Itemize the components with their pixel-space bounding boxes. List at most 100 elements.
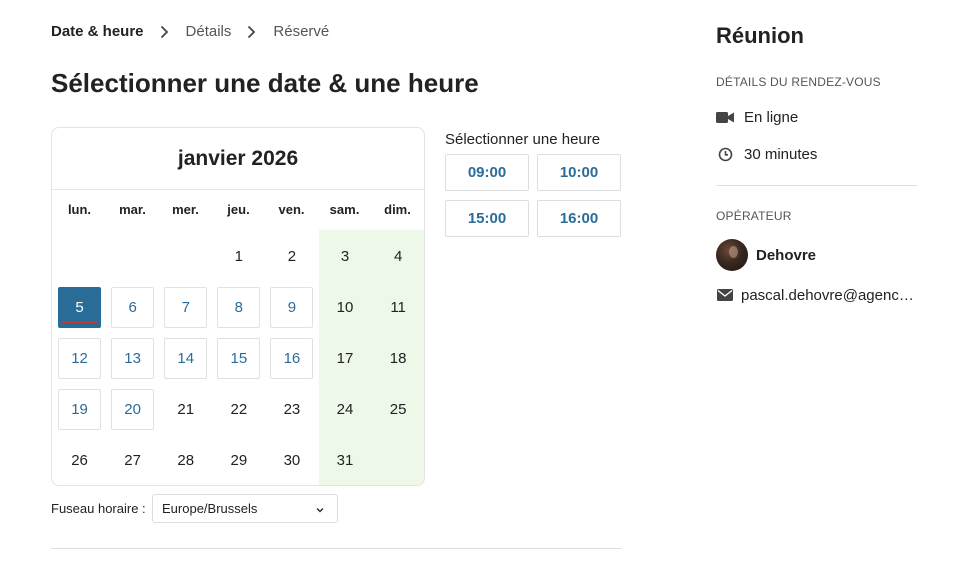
calendar-day-number: 26 (71, 452, 88, 469)
calendar-month-label: janvier 2026 (52, 128, 424, 190)
calendar-day-empty (159, 231, 212, 282)
details-heading: DÉTAILS DU RENDEZ-VOUS (716, 75, 881, 89)
calendar-day[interactable]: 12 (53, 333, 106, 384)
chevron-down-icon (315, 503, 325, 518)
calendar-day[interactable]: 14 (159, 333, 212, 384)
calendar-day-number: 31 (336, 452, 354, 469)
calendar-day-empty (372, 435, 424, 485)
calendar-day: 2 (265, 231, 318, 282)
calendar-day[interactable]: 7 (159, 282, 212, 333)
calendar-day: 26 (53, 435, 106, 485)
email-row: pascal.dehovre@agenc… (716, 286, 914, 304)
calendar-day-number: 24 (336, 401, 354, 418)
calendar-day[interactable]: 8 (212, 282, 265, 333)
calendar-day-number: 21 (177, 401, 195, 418)
meeting-title: Réunion (716, 23, 804, 48)
calendar-day: 25 (372, 384, 424, 435)
breadcrumb-step-details: Détails (185, 23, 232, 40)
breadcrumb-step-date[interactable]: Date & heure (51, 23, 144, 40)
calendar-day: 21 (159, 384, 212, 435)
operator-email[interactable]: pascal.dehovre@agenc… (741, 287, 914, 304)
calendar-day-number: 20 (111, 389, 155, 430)
calendar-day-number (377, 440, 420, 481)
calendar-day-number: 28 (177, 452, 195, 469)
calendar-day[interactable]: 19 (53, 384, 106, 435)
calendar-day[interactable]: 6 (106, 282, 159, 333)
calendar-day: 27 (106, 435, 159, 485)
calendar-day-number: 25 (389, 401, 407, 418)
duration-text: 30 minutes (744, 145, 818, 163)
calendar-day: 23 (265, 384, 318, 435)
calendar-day: 24 (318, 384, 371, 435)
calendar-day[interactable]: 16 (265, 333, 318, 384)
calendar-day-number: 19 (58, 389, 102, 430)
calendar-day-number: 4 (393, 248, 403, 265)
calendar-day-number: 30 (283, 452, 301, 469)
weekday-label: ven. (278, 201, 305, 217)
clock-icon (716, 145, 734, 163)
calendar-day: 17 (318, 333, 371, 384)
location-row: En ligne (716, 108, 798, 126)
time-heading: Sélectionner une heure (445, 131, 601, 148)
calendar: janvier 2026 lun. mar. mer. jeu. ven. sa… (51, 127, 425, 486)
page-title: Sélectionner une date & une heure (51, 68, 479, 98)
weekday-label: mar. (119, 201, 146, 217)
time-slot-button[interactable]: 16:00 (537, 200, 621, 237)
calendar-day: 30 (265, 435, 318, 485)
operator-name: Dehovre (756, 246, 817, 264)
calendar-day-number (111, 236, 154, 277)
timezone-label: Fuseau horaire : (51, 501, 146, 516)
calendar-day-selected[interactable]: 5 (53, 282, 106, 333)
calendar-day: 3 (318, 231, 371, 282)
timezone-select[interactable]: Europe/Brussels (152, 494, 338, 523)
divider (716, 185, 917, 186)
calendar-day[interactable]: 9 (265, 282, 318, 333)
location-text: En ligne (744, 108, 799, 126)
calendar-day-number: 29 (230, 452, 248, 469)
avatar (716, 239, 748, 271)
weekday-label: mer. (172, 201, 199, 217)
operator-row: Dehovre (716, 239, 816, 271)
calendar-day-number: 15 (217, 338, 261, 379)
calendar-day-number: 27 (124, 452, 141, 469)
calendar-day: 11 (372, 282, 424, 333)
calendar-day-number: 2 (287, 248, 297, 265)
calendar-day: 29 (212, 435, 265, 485)
timezone-value: Europe/Brussels (162, 501, 258, 516)
weekday-header: lun. mar. mer. jeu. ven. sam. dim. (52, 190, 424, 228)
calendar-day-number: 10 (336, 299, 354, 316)
calendar-day-number (58, 236, 101, 277)
divider (51, 548, 622, 549)
calendar-day: 10 (318, 282, 371, 333)
weekday-label: dim. (384, 201, 411, 217)
duration-row: 30 minutes (716, 145, 817, 163)
weekday-label: jeu. (227, 201, 250, 217)
calendar-day[interactable]: 20 (106, 384, 159, 435)
time-slot-button[interactable]: 15:00 (445, 200, 529, 237)
calendar-day-empty (53, 231, 106, 282)
time-slot-button[interactable]: 10:00 (537, 154, 621, 191)
calendar-day-number: 7 (164, 287, 208, 328)
calendar-day-number: 14 (164, 338, 208, 379)
breadcrumb-step-booked: Réservé (273, 23, 330, 40)
calendar-day-number: 16 (270, 338, 314, 379)
video-camera-icon (716, 108, 734, 126)
calendar-day[interactable]: 15 (212, 333, 265, 384)
chevron-right-icon (160, 25, 169, 39)
weekday-label: sam. (329, 201, 360, 217)
calendar-day-number: 23 (283, 401, 301, 418)
calendar-day[interactable]: 13 (106, 333, 159, 384)
calendar-day-grid: 1 2 3 4 5 6 7 8 9 10 11 12 13 14 15 16 17 18 19 20 21 22 23 24 2… (53, 231, 424, 485)
time-slot-button[interactable]: 09:00 (445, 154, 529, 191)
weekday-label: lun. (67, 201, 92, 217)
calendar-day-number: 12 (58, 338, 102, 379)
calendar-day-number (164, 236, 207, 277)
calendar-day: 31 (318, 435, 371, 485)
envelope-icon (716, 286, 734, 304)
calendar-day: 28 (159, 435, 212, 485)
operator-heading: OPÉRATEUR (716, 209, 792, 223)
calendar-day-number: 5 (58, 287, 102, 328)
calendar-day: 4 (372, 231, 424, 282)
calendar-day-number: 3 (340, 248, 350, 265)
calendar-day-number: 9 (270, 287, 314, 328)
